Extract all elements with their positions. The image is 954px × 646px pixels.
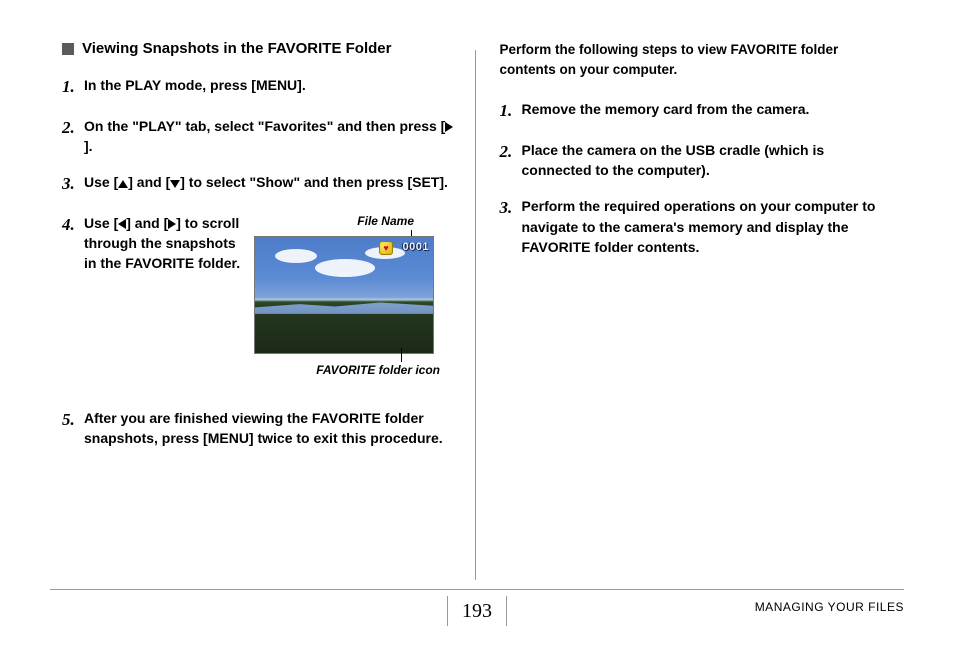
triangle-up-icon (118, 180, 128, 188)
step-5: 5. After you are finished viewing the FA… (62, 408, 455, 449)
step-3: 3. Perform the required operations on yo… (500, 196, 893, 257)
step-number: 5. (62, 408, 84, 449)
section-heading: Viewing Snapshots in the FAVORITE Folder (62, 40, 455, 57)
snapshot-figure: File Name 0001 FAV (254, 213, 444, 380)
step-number: 3. (62, 172, 84, 197)
step-number: 2. (62, 116, 84, 157)
step-text: Place the camera on the USB cradle (whic… (522, 140, 893, 181)
step-text: Remove the memory card from the camera. (522, 99, 893, 124)
right-steps: 1. Remove the memory card from the camer… (500, 99, 893, 257)
heading-text: Viewing Snapshots in the FAVORITE Folder (82, 40, 391, 57)
step-text: In the PLAY mode, press [MENU]. (84, 75, 455, 100)
step-number: 1. (500, 99, 522, 124)
step-text: After you are finished viewing the FAVOR… (84, 408, 455, 449)
left-steps: 1. In the PLAY mode, press [MENU]. 2. On… (62, 75, 455, 448)
step-text: Use [] and [] to select "Show" and then … (84, 172, 455, 197)
page-number: 193 (447, 596, 507, 626)
intro-text: Perform the following steps to view FAVO… (500, 40, 893, 79)
step-text: On the "PLAY" tab, select "Favorites" an… (84, 116, 455, 157)
square-bullet-icon (62, 43, 74, 55)
step-number: 4. (62, 213, 84, 380)
step-text: Perform the required operations on your … (522, 196, 893, 257)
step-number: 2. (500, 140, 522, 181)
snapshot-thumbnail: 0001 (254, 236, 434, 354)
page-footer: 193 MANAGING YOUR FILES (50, 589, 904, 628)
step-4: 4. Use [] and [] to scroll through the s… (62, 213, 455, 380)
right-column: Perform the following steps to view FAVO… (476, 40, 905, 560)
step-2: 2. Place the camera on the USB cradle (w… (500, 140, 893, 181)
file-number: 0001 (403, 240, 429, 256)
left-column: Viewing Snapshots in the FAVORITE Folder… (50, 40, 475, 560)
step-number: 3. (500, 196, 522, 257)
step-3: 3. Use [] and [] to select "Show" and th… (62, 172, 455, 197)
step-1: 1. In the PLAY mode, press [MENU]. (62, 75, 455, 100)
triangle-right-icon (445, 122, 453, 132)
step-number: 1. (62, 75, 84, 100)
thumbnail-wrap: 0001 (254, 236, 444, 354)
favorite-folder-icon (379, 241, 393, 255)
page-content: Viewing Snapshots in the FAVORITE Folder… (0, 0, 954, 560)
footer-rule (50, 589, 904, 590)
caption-file-name: File Name (254, 213, 444, 230)
step-2: 2. On the "PLAY" tab, select "Favorites"… (62, 116, 455, 157)
section-label: MANAGING YOUR FILES (755, 600, 904, 614)
step-text: Use [] and [] to scroll through the snap… (84, 213, 455, 380)
step-1: 1. Remove the memory card from the camer… (500, 99, 893, 124)
cloud-icon (275, 249, 317, 263)
caption-favorite-icon: FAVORITE folder icon (254, 362, 444, 379)
triangle-down-icon (170, 180, 180, 188)
leader-line-icon (401, 348, 402, 362)
cloud-icon (315, 259, 375, 277)
